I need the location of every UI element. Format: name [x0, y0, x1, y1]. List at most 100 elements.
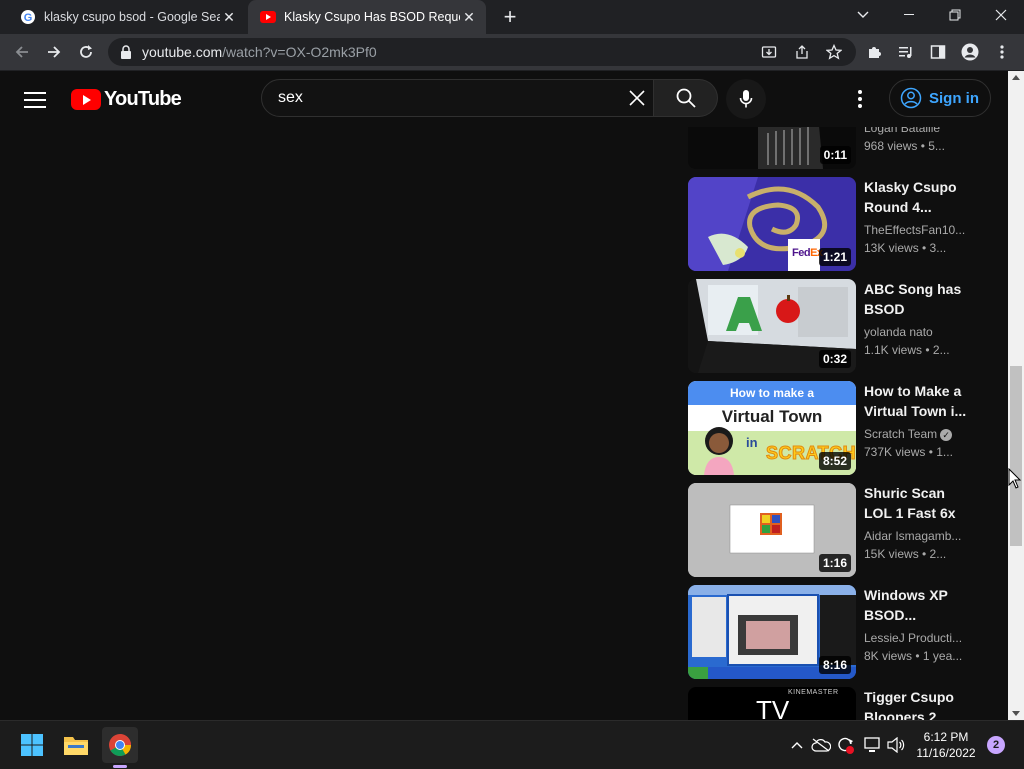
view-count: 8K views • 1 yea... — [864, 649, 963, 663]
volume-icon[interactable] — [886, 735, 906, 755]
voice-search-button[interactable] — [726, 79, 766, 119]
youtube-play-icon — [71, 89, 101, 110]
reload-button[interactable] — [72, 38, 100, 66]
video-thumbnail[interactable]: How to make a Virtual Town in SCRATCH 8:… — [688, 381, 856, 475]
sync-error-icon[interactable] — [835, 735, 855, 755]
close-window-button[interactable] — [978, 0, 1024, 30]
youtube-logo[interactable]: YouTube — [71, 88, 182, 111]
video-thumbnail[interactable]: 1:16 — [688, 483, 856, 577]
minimize-button[interactable] — [886, 0, 932, 30]
view-count: 1.1K views • 2... — [864, 343, 950, 357]
video-title[interactable]: ABC Song has BSOD — [864, 279, 968, 319]
thumb-brand-text: KINEMASTER — [788, 689, 839, 696]
sign-in-button[interactable]: Sign in — [889, 79, 991, 117]
thumb-header-text: How to make a — [688, 381, 856, 405]
url-host: youtube.com — [142, 44, 223, 60]
install-app-icon[interactable] — [760, 43, 778, 61]
browser-tab-strip: G klasky csupo bsod - Google Sear ✕ Klas… — [0, 0, 1024, 34]
fedex-fed: Fed — [792, 247, 811, 259]
scrollbar-thumb[interactable] — [1010, 366, 1022, 546]
google-icon: G — [20, 9, 36, 25]
tab-google-search[interactable]: G klasky csupo bsod - Google Sear ✕ — [8, 0, 246, 34]
list-item[interactable]: 8:16 Windows XP BSOD... LessieJ Producti… — [688, 585, 988, 679]
tab-search-chevron-down-icon[interactable] — [840, 0, 886, 30]
account-circle-icon — [900, 87, 922, 109]
search-button[interactable] — [654, 79, 718, 117]
video-meta: Tigger Csupo Bloopers 2 — [864, 687, 968, 720]
video-duration: 0:32 — [818, 350, 851, 368]
list-item[interactable]: 0:11 Logan Bataille 968 views • 5... — [688, 127, 988, 169]
video-meta: ABC Song has BSOD yolanda nato 1.1K view… — [864, 279, 968, 359]
clear-search-icon[interactable] — [626, 87, 648, 109]
address-bar[interactable]: youtube.com/watch?v=OX-O2mk3Pf0 — [108, 38, 856, 66]
video-title[interactable]: Tigger Csupo Bloopers 2 — [864, 687, 968, 720]
scroll-up-arrow-icon[interactable] — [1012, 75, 1020, 80]
list-item[interactable]: 0:32 ABC Song has BSOD yolanda nato 1.1K… — [688, 279, 988, 373]
search-box — [261, 79, 654, 117]
channel-name[interactable]: LessieJ Producti... — [864, 629, 968, 647]
list-item[interactable]: FedEx 1:21 Klasky Csupo Round 4... TheEf… — [688, 177, 988, 271]
start-windows-icon[interactable] — [14, 727, 50, 763]
channel-name[interactable]: TheEffectsFan10... — [864, 221, 968, 239]
thumb-tv-text: TV — [756, 695, 790, 720]
more-options-icon[interactable] — [850, 87, 870, 111]
video-title[interactable]: Klasky Csupo Round 4... — [864, 177, 968, 217]
video-thumbnail[interactable]: 0:32 — [688, 279, 856, 373]
browser-toolbar: youtube.com/watch?v=OX-O2mk3Pf0 — [0, 34, 1024, 71]
list-item[interactable]: 1:16 Shuric Scan LOL 1 Fast 6x Aidar Ism… — [688, 483, 988, 577]
close-icon[interactable]: ✕ — [460, 8, 478, 26]
tab-title: Klasky Csupo Has BSOD Request — [284, 10, 460, 24]
video-thumbnail[interactable]: FedEx 1:21 — [688, 177, 856, 271]
share-icon[interactable] — [793, 43, 811, 61]
extensions-puzzle-icon[interactable] — [864, 42, 884, 62]
menu-hamburger-icon[interactable] — [24, 89, 46, 109]
browser-menu-icon[interactable] — [992, 42, 1012, 62]
thumb-in-text: in — [746, 435, 758, 450]
view-count: 13K views • 3... — [864, 241, 947, 255]
channel-name-text: Scratch Team — [864, 427, 938, 441]
video-title[interactable]: Windows XP BSOD... — [864, 585, 968, 625]
channel-name[interactable]: Logan Bataille — [864, 127, 968, 137]
video-title[interactable]: Shuric Scan LOL 1 Fast 6x — [864, 483, 968, 523]
windows-taskbar: 6:12 PM 11/16/2022 2 — [0, 720, 1024, 769]
video-duration: 8:16 — [818, 656, 851, 674]
list-item[interactable]: KINEMASTER TV Tigger Csupo Bloopers 2 — [688, 687, 988, 720]
channel-name[interactable]: yolanda nato — [864, 323, 968, 341]
restore-button[interactable] — [932, 0, 978, 30]
notification-badge[interactable]: 2 — [987, 736, 1005, 754]
side-panel-icon[interactable] — [928, 42, 948, 62]
bookmark-star-icon[interactable] — [825, 43, 843, 61]
system-clock[interactable]: 6:12 PM 11/16/2022 — [914, 729, 978, 761]
back-button[interactable] — [8, 38, 36, 66]
media-queue-icon[interactable] — [896, 42, 916, 62]
list-item[interactable]: How to make a Virtual Town in SCRATCH 8:… — [688, 381, 988, 475]
page-scrollbar[interactable] — [1008, 71, 1024, 720]
close-icon[interactable]: ✕ — [220, 8, 238, 26]
tab-title: klasky csupo bsod - Google Sear — [44, 10, 220, 24]
scroll-down-arrow-icon[interactable] — [1012, 711, 1020, 716]
onedrive-cloud-icon[interactable] — [811, 735, 831, 755]
video-meta: Windows XP BSOD... LessieJ Producti... 8… — [864, 585, 968, 665]
profile-icon[interactable] — [960, 42, 980, 62]
tab-youtube-video[interactable]: Klasky Csupo Has BSOD Request ✕ — [248, 0, 486, 34]
show-hidden-icons-chevron-up-icon[interactable] — [787, 735, 807, 755]
search-input[interactable] — [278, 88, 608, 108]
video-thumbnail[interactable]: 0:11 — [688, 127, 856, 169]
channel-name[interactable]: Aidar Ismagamb... — [864, 527, 968, 545]
verified-check-icon: ✓ — [940, 428, 953, 441]
video-thumbnail[interactable]: KINEMASTER TV — [688, 687, 856, 720]
sign-in-label: Sign in — [929, 89, 979, 107]
url-text: youtube.com/watch?v=OX-O2mk3Pf0 — [142, 44, 377, 60]
channel-name[interactable]: Scratch Team ✓ — [864, 425, 968, 443]
video-duration: 8:52 — [818, 452, 851, 470]
search-icon — [676, 88, 696, 108]
network-icon[interactable] — [862, 735, 882, 755]
fedex-logo: FedEx — [792, 247, 823, 259]
new-tab-button[interactable]: + — [498, 4, 522, 29]
video-thumbnail[interactable]: 8:16 — [688, 585, 856, 679]
video-title[interactable]: How to Make a Virtual Town i... — [864, 381, 968, 421]
file-explorer-folder-icon[interactable] — [58, 727, 94, 763]
youtube-icon — [260, 9, 276, 25]
chrome-taskbar-icon[interactable] — [102, 727, 138, 763]
forward-button[interactable] — [40, 38, 68, 66]
